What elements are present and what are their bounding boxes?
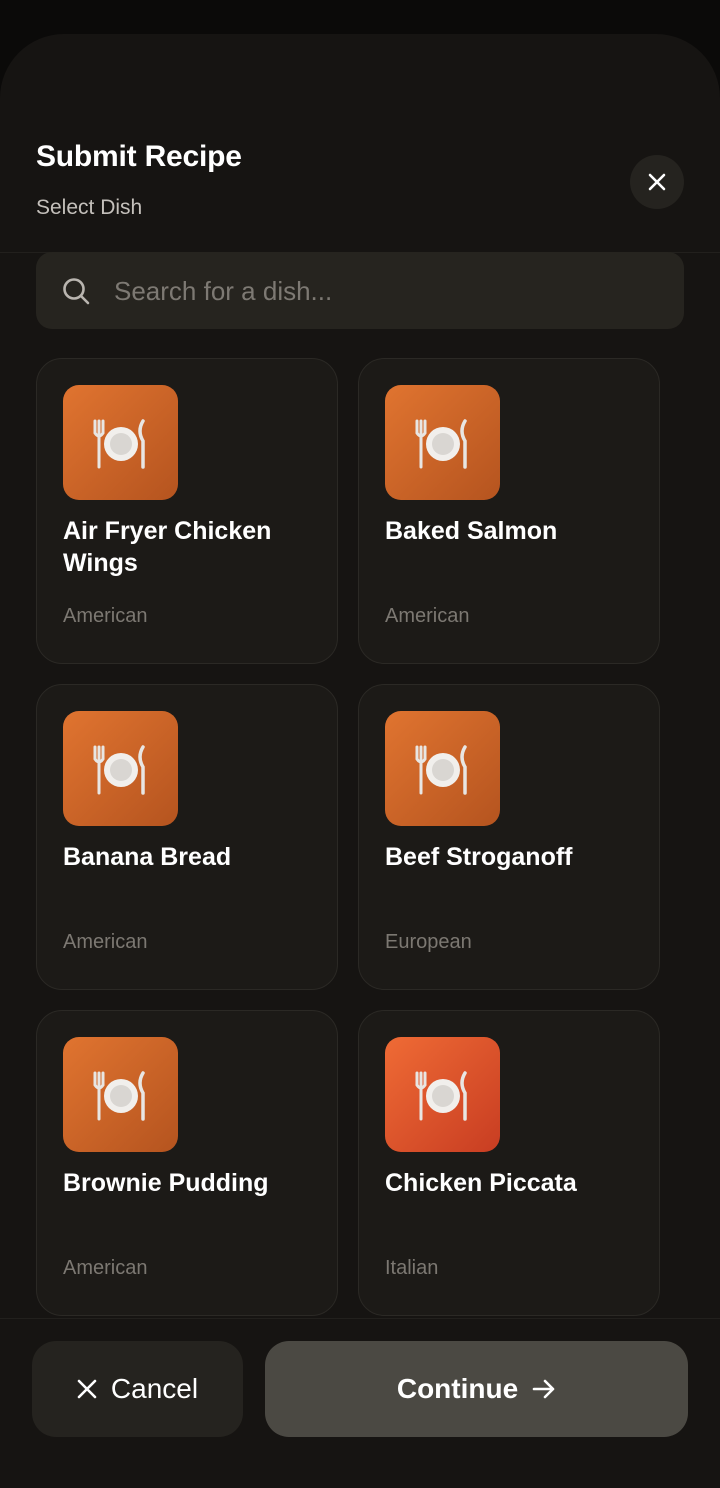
search-bar	[36, 252, 684, 331]
dish-card[interactable]: Baked Salmon American	[358, 358, 660, 664]
close-button[interactable]	[630, 155, 684, 209]
cancel-button[interactable]: Cancel	[32, 1341, 243, 1437]
sheet-header: Submit Recipe Select Dish	[0, 34, 720, 253]
dish-cuisine: American	[385, 605, 470, 627]
plate-with-cutlery-icon	[93, 418, 145, 469]
dish-thumbnail	[385, 1037, 500, 1152]
plate-with-cutlery-icon	[415, 1070, 467, 1121]
dish-card[interactable]: Brownie Pudding American	[36, 1010, 338, 1316]
plate-with-cutlery-icon	[415, 418, 467, 469]
dish-name: Baked Salmon	[385, 517, 558, 545]
dish-cuisine: American	[63, 931, 148, 953]
dish-thumbnail	[63, 385, 178, 500]
continue-button[interactable]: Continue	[265, 1341, 688, 1437]
dish-cuisine: American	[63, 1257, 148, 1279]
dish-card[interactable]: Air Fryer Chicken Wings American	[36, 358, 338, 664]
dish-card[interactable]: Banana Bread American	[36, 684, 338, 990]
dish-name: Beef Stroganoff	[385, 843, 573, 871]
dish-name: Brownie Pudding	[63, 1169, 269, 1197]
close-icon	[648, 173, 666, 191]
page-title: Submit Recipe	[36, 140, 242, 173]
dish-card[interactable]: Beef Stroganoff European	[358, 684, 660, 990]
dish-cuisine: European	[385, 931, 472, 953]
search-input[interactable]	[112, 252, 656, 331]
plate-with-cutlery-icon	[415, 744, 467, 795]
dish-thumbnail	[385, 385, 500, 500]
continue-label: Continue	[396, 1373, 519, 1404]
plate-with-cutlery-icon	[93, 744, 145, 795]
arrow-right-icon	[532, 1379, 555, 1399]
close-icon	[77, 1379, 97, 1399]
search-icon	[63, 278, 90, 305]
cancel-label: Cancel	[110, 1373, 199, 1404]
dish-card[interactable]: Chicken Piccata Italian	[358, 1010, 660, 1316]
dish-thumbnail	[63, 711, 178, 826]
dish-thumbnail	[63, 1037, 178, 1152]
sheet-footer: Cancel Continue	[0, 1318, 720, 1488]
dish-cuisine: American	[63, 605, 148, 627]
plate-with-cutlery-icon	[93, 1070, 145, 1121]
dish-name: Banana Bread	[63, 843, 232, 871]
dish-name: Air Fryer Chicken Wings	[63, 517, 272, 577]
submit-recipe-sheet: Submit Recipe Select Dish Air Fr	[0, 34, 720, 1488]
dish-thumbnail	[385, 711, 500, 826]
dish-name: Chicken Piccata	[385, 1169, 577, 1197]
dish-cuisine: Italian	[385, 1257, 439, 1279]
page-subtitle: Select Dish	[36, 196, 143, 219]
